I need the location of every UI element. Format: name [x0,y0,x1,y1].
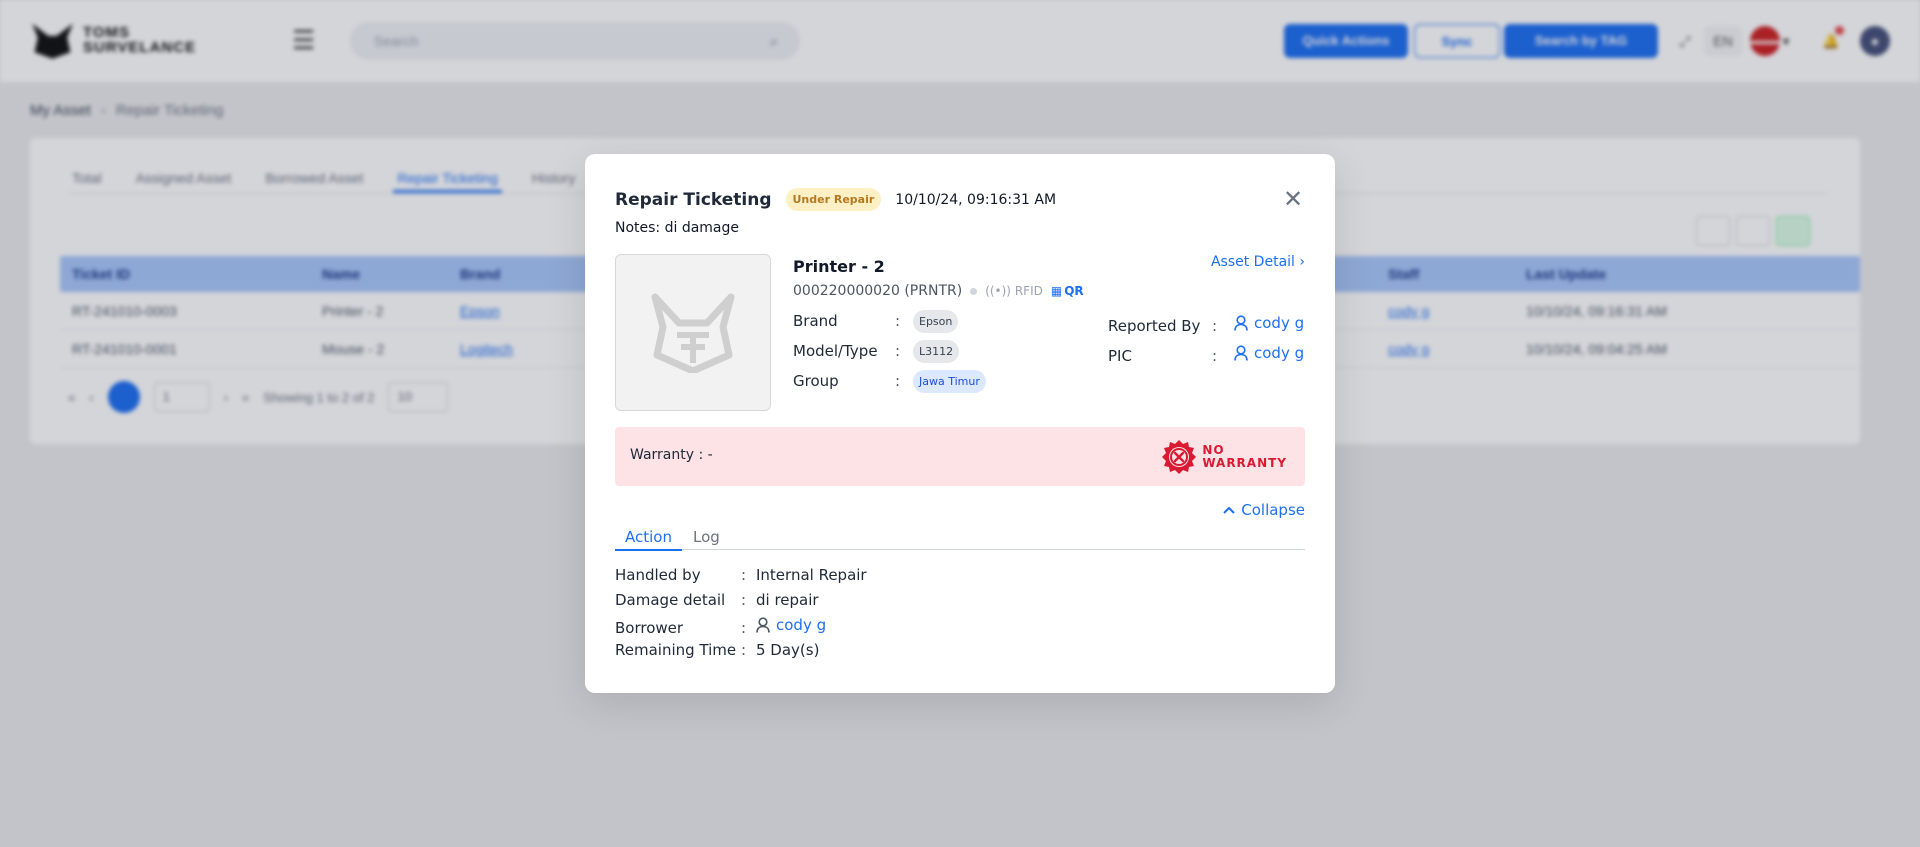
pic-label: PIC [1108,347,1132,365]
ticket-notes: Notes: di damage [615,220,740,236]
reported-by-row: Reported By: cody g [1108,314,1305,335]
remaining-time-value: 5 Day(s) [756,641,820,659]
model-row: Model/Type: L3112 [793,340,960,363]
pic-row: PIC: cody g [1108,344,1305,365]
handled-by-value: Internal Repair [756,566,867,584]
no-warranty-badge: NO WARRANTY [1161,439,1287,475]
qr-icon: ▦ [1050,284,1063,298]
no-warranty-text: NO WARRANTY [1202,444,1287,470]
reported-by-label: Reported By [1108,317,1201,335]
pic-name: cody g [1254,344,1305,362]
rfid-label: RFID [1014,284,1043,298]
no-warranty-seal-icon [1162,440,1197,474]
model-pill: L3112 [913,340,960,363]
warranty-text: Warranty : - [630,447,713,463]
ticket-timestamp: 10/10/24, 09:16:31 AM [895,191,1057,208]
borrower-name: cody g [776,616,827,634]
user-icon [1234,345,1248,361]
tab-action[interactable]: Action [615,528,682,551]
modal-header: Repair Ticketing Under Repair 10/10/24, … [615,188,1056,211]
asset-image [615,254,771,411]
remaining-time-label: Remaining Time [615,641,737,659]
reported-by-name: cody g [1254,314,1305,332]
damage-detail-row: Damage detail: di repair [615,591,819,609]
group-label: Group [793,372,839,390]
borrower-user[interactable]: cody g [756,616,826,634]
brand-label: Brand [793,312,838,330]
samurai-placeholder-icon [651,293,735,373]
user-icon [1234,315,1248,331]
damage-detail-label: Damage detail [615,591,726,609]
brand-pill: Epson [913,310,959,333]
asset-detail-label: Asset Detail [1210,254,1295,270]
rfid-tag: ((•)) RFID [985,284,1043,298]
asset-name: Printer - 2 [793,257,885,276]
handled-by-row: Handled by: Internal Repair [615,566,867,584]
handled-by-label: Handled by [615,566,701,584]
remaining-time-row: Remaining Time:5 Day(s) [615,641,820,659]
tab-log[interactable]: Log [683,528,730,550]
group-pill: Jawa Timur [913,370,986,393]
user-icon [756,617,770,633]
warranty-banner: Warranty : - NO WARRANTY [615,427,1305,486]
rfid-icon: ((•)) [985,284,1011,298]
asset-code-row: 000220000020 (PRNTR) ((•)) RFID ▦ QR [793,283,1084,299]
collapse-label: Collapse [1241,501,1305,519]
brand-row: Brand: Epson [793,310,959,333]
modal-tabs: Action Log [615,518,1305,551]
no-warranty-line2: WARRANTY [1202,456,1287,470]
modal-title: Repair Ticketing [615,189,772,210]
qr-tag[interactable]: ▦ QR [1051,284,1084,298]
reported-by-user[interactable]: cody g [1234,314,1304,332]
status-badge: Under Repair [785,188,882,211]
chevron-up-icon [1223,506,1235,514]
status-dot [970,287,978,295]
pic-user[interactable]: cody g [1234,344,1304,362]
borrower-row: Borrower: cody g [615,616,827,637]
qr-label: QR [1064,284,1084,298]
damage-detail-value: di repair [756,591,819,609]
group-row: Group: Jawa Timur [793,370,986,393]
chevron-right-icon: › [1299,254,1305,270]
close-icon[interactable]: ✕ [1281,187,1305,212]
borrower-label: Borrower [615,619,684,637]
collapse-button[interactable]: Collapse [1223,501,1305,519]
model-label: Model/Type [793,342,878,360]
asset-code: 000220000020 (PRNTR) [793,283,963,299]
repair-ticket-modal: Repair Ticketing Under Repair 10/10/24, … [585,154,1335,693]
asset-detail-link[interactable]: Asset Detail › [1211,254,1305,270]
